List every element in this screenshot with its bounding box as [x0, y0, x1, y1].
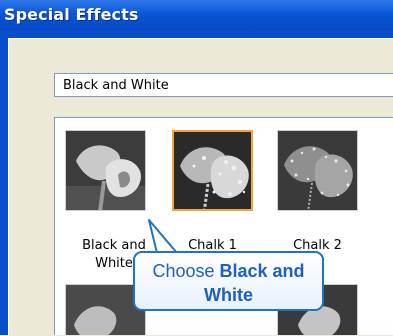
- window-title: Special Effects: [4, 5, 139, 24]
- callout-pointer: [148, 219, 179, 254]
- effect-dropdown-value: Black and White: [63, 78, 169, 93]
- callout-text: Choose Black and White: [135, 259, 322, 307]
- callout-text-plain: Choose: [152, 261, 220, 281]
- calla-lily-chalk-icon: [174, 132, 251, 209]
- effect-thumb-chalk-1[interactable]: [172, 130, 253, 211]
- callout-text-bold: Black and White: [204, 261, 305, 305]
- tip-callout: Choose Black and White: [133, 251, 324, 311]
- calla-lily-chalk-2-icon: [278, 131, 357, 210]
- effect-thumb-black-and-white[interactable]: [65, 130, 146, 211]
- calla-lily-bw-icon: [66, 131, 145, 210]
- effect-thumb-chalk-2[interactable]: [277, 130, 358, 211]
- effect-dropdown[interactable]: Black and White: [54, 73, 393, 97]
- title-bar: Special Effects: [0, 0, 393, 30]
